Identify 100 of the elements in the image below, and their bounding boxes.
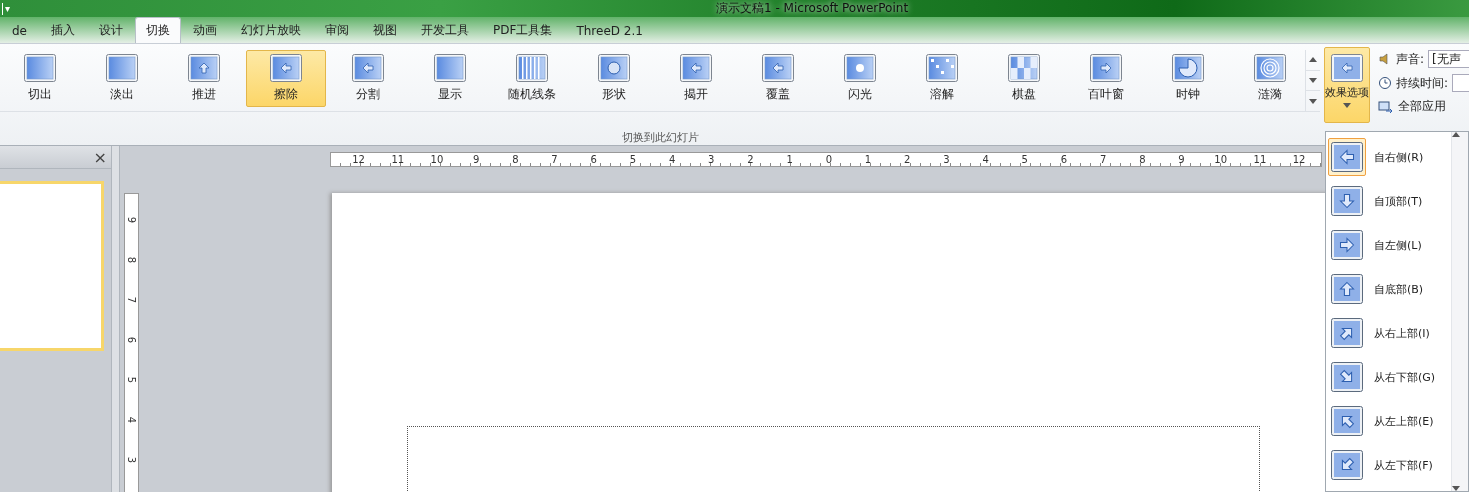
ruler-number: 7 bbox=[125, 295, 138, 306]
slide-thumbnail-icon bbox=[434, 54, 466, 82]
transition-item[interactable]: 溶解 bbox=[902, 50, 982, 107]
slide-thumbnail-icon bbox=[762, 54, 794, 82]
slide-thumbnail-icon bbox=[926, 54, 958, 82]
transition-item[interactable]: 分割 bbox=[328, 50, 408, 107]
ruler-number: 8 bbox=[125, 255, 138, 266]
ruler-number: 8 bbox=[1138, 153, 1147, 166]
ribbon-tab[interactable]: PDF工具集 bbox=[481, 17, 565, 43]
ruler-number: 1 bbox=[785, 153, 794, 166]
arrow-icon bbox=[1331, 230, 1363, 260]
scroll-down-arrow-icon[interactable] bbox=[1309, 78, 1317, 83]
scroll-down-arrow-icon[interactable] bbox=[1452, 486, 1460, 491]
ribbon-tab[interactable]: ThreeD 2.1 bbox=[564, 17, 655, 43]
ruler-number: 9 bbox=[471, 153, 481, 166]
ruler-number: 0 bbox=[824, 153, 834, 166]
apply-icon bbox=[1378, 99, 1394, 114]
ruler-number: 7 bbox=[1098, 153, 1108, 166]
ribbon-tab[interactable]: 视图 bbox=[361, 17, 409, 43]
menu-item[interactable]: 从左下部(F) bbox=[1328, 443, 1451, 487]
scroll-up-arrow-icon[interactable] bbox=[1309, 57, 1317, 63]
ribbon-tab[interactable]: 开发工具 bbox=[409, 17, 481, 43]
arrow-icon bbox=[1331, 318, 1363, 348]
menu-item[interactable]: 从左上部(E) bbox=[1328, 399, 1451, 443]
transition-item[interactable]: 覆盖 bbox=[738, 50, 818, 107]
scroll-up-arrow-icon[interactable] bbox=[1452, 132, 1460, 137]
slide-thumbnail-icon bbox=[1090, 54, 1122, 82]
arrow-icon bbox=[1331, 274, 1363, 304]
slide-thumbnail-icon bbox=[188, 54, 220, 82]
slide-thumbnail-icon bbox=[24, 54, 56, 82]
ruler-number: 3 bbox=[942, 153, 951, 166]
slide-thumbnail-icon bbox=[844, 54, 876, 82]
transition-item[interactable]: 棋盘 bbox=[984, 50, 1064, 107]
ribbon-tab[interactable]: 动画 bbox=[181, 17, 229, 43]
ruler-number: 6 bbox=[125, 335, 138, 346]
ruler-number: 2 bbox=[746, 153, 755, 166]
slide-thumbnail[interactable] bbox=[0, 181, 104, 351]
menu-item[interactable]: 自底部(B) bbox=[1328, 267, 1451, 311]
ribbon-tab[interactable]: 幻灯片放映 bbox=[229, 17, 313, 43]
ruler-number: 9 bbox=[1177, 153, 1186, 166]
apply-all-button[interactable]: 全部应用 bbox=[1378, 98, 1469, 115]
duration-label: 持续时间: bbox=[1396, 74, 1449, 92]
effect-options-button[interactable]: 效果选项 bbox=[1324, 47, 1370, 123]
sound-field[interactable]: [无声 bbox=[1428, 50, 1469, 68]
ruler-number: 4 bbox=[125, 415, 138, 426]
transition-item[interactable]: 形状 bbox=[574, 50, 654, 107]
window-title: 演示文稿1 - Microsoft PowerPoint bbox=[716, 0, 909, 17]
transition-item[interactable]: 揭开 bbox=[656, 50, 736, 107]
menu-item[interactable]: 自右侧(R) bbox=[1328, 135, 1451, 179]
transition-item[interactable]: 显示 bbox=[410, 50, 490, 107]
slide-thumbnail-icon bbox=[1008, 54, 1040, 82]
caret-icon[interactable] bbox=[1343, 103, 1351, 108]
ribbon-tab[interactable]: de bbox=[0, 17, 39, 43]
transition-item[interactable]: 百叶窗 bbox=[1066, 50, 1146, 107]
transition-item[interactable]: 切出 bbox=[0, 50, 80, 107]
ribbon-tab[interactable]: 切换 bbox=[135, 17, 181, 43]
ruler-number: 11 bbox=[390, 153, 406, 166]
sound-label: 声音: bbox=[1396, 50, 1425, 68]
transition-item[interactable]: 擦除 bbox=[246, 50, 326, 107]
arrow-icon bbox=[1331, 406, 1363, 436]
slide-thumbnail-icon bbox=[1172, 54, 1204, 82]
arrow-icon bbox=[1331, 450, 1363, 480]
quick-access-caret[interactable]: ▾ bbox=[5, 3, 11, 14]
ruler-number: 2 bbox=[903, 153, 912, 166]
ruler-number: 11 bbox=[1252, 153, 1268, 166]
ribbon-tab[interactable]: 审阅 bbox=[313, 17, 361, 43]
clock-icon bbox=[1378, 76, 1392, 90]
slide-thumbnail-icon bbox=[352, 54, 384, 82]
ribbon-tab[interactable]: 插入 bbox=[39, 17, 87, 43]
menu-item[interactable]: 从右下部(G) bbox=[1328, 355, 1451, 399]
menu-item[interactable]: 自顶部(T) bbox=[1328, 179, 1451, 223]
slide-thumbnail-icon bbox=[270, 54, 302, 82]
transition-item[interactable]: 淡出 bbox=[82, 50, 162, 107]
ribbon-tab[interactable]: 设计 bbox=[87, 17, 135, 43]
ruler-number: 9 bbox=[125, 215, 138, 226]
ruler-number: 5 bbox=[1020, 153, 1029, 166]
ruler-number: 5 bbox=[125, 375, 138, 386]
transition-item[interactable]: 时钟 bbox=[1148, 50, 1228, 107]
menu-item[interactable]: 从右上部(I) bbox=[1328, 311, 1451, 355]
ruler-number: 7 bbox=[550, 153, 559, 166]
ruler-number: 4 bbox=[667, 153, 677, 166]
group-label: 切换到此幻灯片 bbox=[620, 130, 700, 145]
arrow-icon bbox=[1331, 142, 1363, 172]
transition-item[interactable]: 推进 bbox=[164, 50, 244, 107]
ruler-number: 3 bbox=[707, 153, 716, 166]
menu-item[interactable]: 自左侧(L) bbox=[1328, 223, 1451, 267]
slide-thumbnail-icon bbox=[106, 54, 138, 82]
ruler-number: 12 bbox=[351, 153, 366, 166]
ruler-number: 12 bbox=[1291, 153, 1307, 166]
slide-thumbnail-icon bbox=[1254, 54, 1286, 82]
slide-thumbnail-icon bbox=[598, 54, 630, 82]
transition-item[interactable]: 随机线条 bbox=[492, 50, 572, 107]
slide-thumbnail-icon bbox=[680, 54, 712, 82]
ruler-number: 6 bbox=[589, 153, 598, 166]
transition-item[interactable]: 闪光 bbox=[820, 50, 900, 107]
transition-item[interactable]: 涟漪 bbox=[1230, 50, 1310, 107]
ruler-number: 5 bbox=[628, 153, 638, 166]
more-arrow-icon[interactable] bbox=[1309, 98, 1317, 104]
close-button[interactable]: × bbox=[93, 147, 107, 167]
ruler-number: 1 bbox=[863, 153, 873, 166]
